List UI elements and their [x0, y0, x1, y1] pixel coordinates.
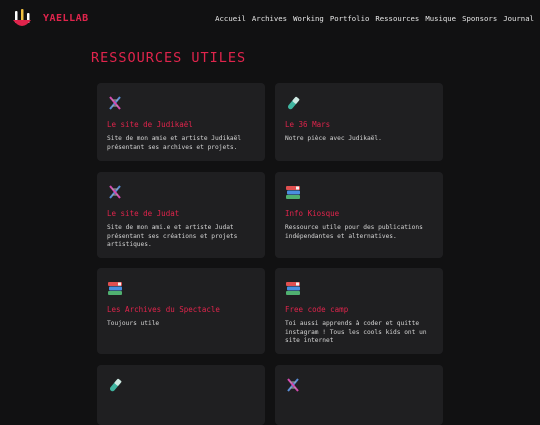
card-title[interactable]: Le site de Judat [107, 209, 179, 218]
resource-card[interactable] [275, 365, 443, 425]
resource-card[interactable]: Le 36 Mars Notre pièce avec Judikaël. [275, 83, 443, 161]
page-title: RESSOURCES UTILES [91, 50, 247, 66]
resource-card[interactable]: Free code camp Toi aussi apprends à code… [275, 268, 443, 354]
card-title[interactable]: Free code camp [285, 305, 348, 314]
dna-icon [109, 185, 121, 199]
books-icon [286, 282, 300, 295]
card-title[interactable]: Les Archives du Spectacle [107, 305, 220, 314]
dna-icon [109, 96, 121, 110]
books-icon [286, 186, 300, 199]
card-description: Ressource utile pour des publications in… [285, 224, 423, 240]
dna-icon [287, 378, 299, 392]
brand-name[interactable]: YAELLAB [43, 13, 89, 24]
books-icon [108, 282, 122, 295]
resource-card[interactable]: Le site de Judikaël Site de mon amie et … [97, 83, 265, 161]
site-header: YAELLAB Accueil Archives Working Portfol… [0, 0, 540, 38]
test-tube-icon [109, 378, 122, 392]
resource-card[interactable] [97, 365, 265, 425]
resource-card[interactable]: Les Archives du Spectacle Toujours utile [97, 268, 265, 354]
main-nav: Accueil Archives Working Portfolio Resso… [215, 14, 534, 23]
card-title[interactable]: Le site de Judikaël [107, 120, 193, 129]
nav-portfolio[interactable]: Portfolio [330, 14, 370, 23]
nav-sponsors[interactable]: Sponsors [462, 14, 497, 23]
card-title[interactable]: Info Kiosque [285, 209, 339, 218]
card-title[interactable]: Le 36 Mars [285, 120, 330, 129]
card-description: Toujours utile [107, 320, 160, 327]
nav-archives[interactable]: Archives [252, 14, 287, 23]
nav-journal[interactable]: Journal [503, 14, 534, 23]
nav-working[interactable]: Working [293, 14, 324, 23]
nav-musique[interactable]: Musique [425, 14, 456, 23]
resource-card[interactable]: Info Kiosque Ressource utile pour des pu… [275, 172, 443, 258]
card-description: Notre pièce avec Judikaël. [285, 135, 382, 142]
lab-logo-icon[interactable] [12, 8, 32, 30]
resource-card[interactable]: Le site de Judat Site de mon ami.e et ar… [97, 172, 265, 258]
card-description: Site de mon amie et artiste Judikaël pré… [107, 135, 242, 151]
card-description: Site de mon ami.e et artiste Judat prése… [107, 224, 238, 249]
nav-accueil[interactable]: Accueil [215, 14, 246, 23]
nav-ressources[interactable]: Ressources [375, 14, 419, 23]
test-tube-icon [287, 96, 300, 110]
card-description: Toi aussi apprends à coder et quitte ins… [285, 320, 427, 345]
